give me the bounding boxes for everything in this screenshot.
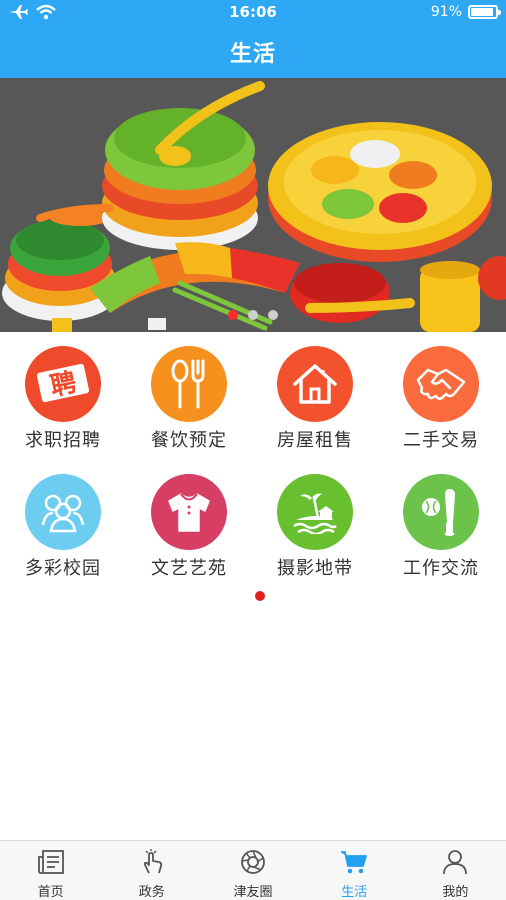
page-title: 生活	[229, 42, 276, 67]
battery-icon	[468, 5, 501, 19]
banner-dot[interactable]	[228, 310, 238, 320]
tab-label: 首页	[37, 885, 64, 900]
tab-home[interactable]: 首页	[0, 841, 101, 900]
grid-item-dining-booking[interactable]: 餐饮预定	[126, 332, 252, 460]
banner-dot[interactable]	[248, 310, 258, 320]
grid-item-second-hand[interactable]: 二手交易	[378, 332, 504, 460]
tab-life[interactable]: 生活	[304, 841, 405, 900]
hire-icon: 聘	[25, 346, 101, 422]
tab-mine[interactable]: 我的	[405, 841, 506, 900]
person-icon	[441, 849, 469, 879]
house-icon	[277, 346, 353, 422]
status-bar: 16:06 91%	[0, 0, 506, 26]
grid-item-label: 求职招聘	[25, 430, 101, 451]
island-icon	[277, 474, 353, 550]
handshake-icon	[403, 346, 479, 422]
baseball-icon	[403, 474, 479, 550]
camera-shutter-icon	[239, 849, 267, 879]
newspaper-icon	[37, 849, 65, 879]
grid-item-colorful-campus[interactable]: 多彩校园	[0, 460, 126, 588]
banner-pagination	[0, 310, 506, 320]
tab-friends-circle[interactable]: 津友圈	[202, 841, 303, 900]
grid-item-photography[interactable]: 摄影地带	[252, 460, 378, 588]
grid-page-indicator	[255, 591, 265, 601]
grid-item-label: 文艺艺苑	[151, 558, 227, 579]
tab-label: 生活	[341, 885, 368, 900]
grid-item-label: 多彩校园	[25, 558, 101, 579]
shirt-icon	[151, 474, 227, 550]
grid-item-house-rent[interactable]: 房屋租售	[252, 332, 378, 460]
grid-item-label: 二手交易	[403, 430, 479, 451]
grid-item-label: 房屋租售	[277, 430, 353, 451]
grid-item-label: 餐饮预定	[151, 430, 227, 451]
grid-item-label: 工作交流	[403, 558, 479, 579]
grid-item-work-exchange[interactable]: 工作交流	[378, 460, 504, 588]
banner-carousel[interactable]	[0, 78, 506, 332]
banner-image	[0, 78, 506, 332]
service-grid: 聘 求职招聘 餐饮预定 房屋租售 二手交易 多彩校园 文艺艺苑 摄影地带 工作交…	[0, 332, 506, 600]
grid-item-job-hiring[interactable]: 聘 求职招聘	[0, 332, 126, 460]
spoon-fork-icon	[151, 346, 227, 422]
tap-hand-icon	[138, 849, 166, 879]
tab-label: 我的	[442, 885, 469, 900]
banner-dot[interactable]	[268, 310, 278, 320]
shopping-cart-icon	[340, 849, 368, 879]
grid-item-arts-garden[interactable]: 文艺艺苑	[126, 460, 252, 588]
battery-percent: 91%	[430, 4, 462, 20]
tab-government[interactable]: 政务	[101, 841, 202, 900]
app-header: 16:06 91% 生活	[0, 0, 506, 78]
grid-item-label: 摄影地带	[277, 558, 353, 579]
tab-label: 政务	[138, 885, 165, 900]
tab-label: 津友圈	[233, 885, 273, 900]
people-icon	[25, 474, 101, 550]
bottom-tab-bar: 首页 政务 津友圈 生活 我的	[0, 840, 506, 900]
